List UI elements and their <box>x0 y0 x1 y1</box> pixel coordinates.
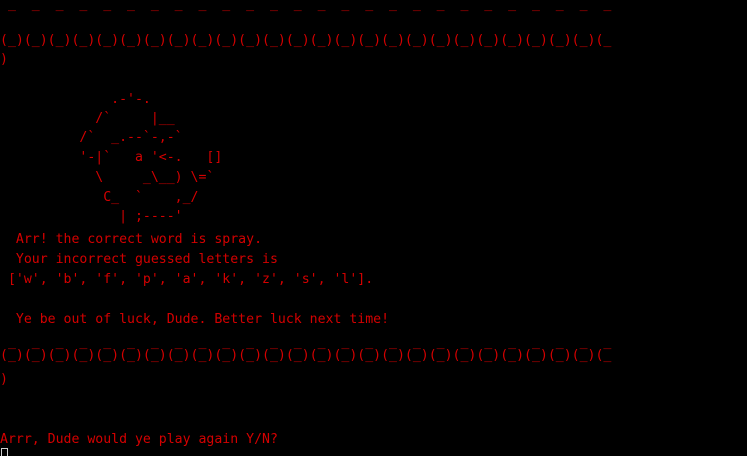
ascii-art-line: /` |__ <box>0 111 175 126</box>
ascii-art-line: '-|` a '<-. [] <box>0 150 223 165</box>
text-cursor[interactable] <box>1 448 8 456</box>
ascii-art-line: /` _.--`-,-` <box>0 130 183 145</box>
top-border-parens: (_)(_)(_)(_)(_)(_)(_)(_)(_)(_)(_)(_)(_)(… <box>0 33 612 48</box>
correct-word-message: Arr! the correct word is spray. <box>0 232 263 247</box>
top-border-wrap: ) <box>0 52 8 67</box>
ascii-art-line: | ;----' <box>0 209 183 224</box>
terminal-window[interactable]: _ _ _ _ _ _ _ _ _ _ _ _ _ _ _ _ _ _ _ _ … <box>0 0 747 456</box>
ascii-art-line: \ _\__) \=` <box>0 170 215 185</box>
incorrect-letters-list: ['w', 'b', 'f', 'p', 'a', 'k', 'z', 's',… <box>0 272 374 287</box>
bottom-border-parens: (_)(_)(_)(_)(_)(_)(_)(_)(_)(_)(_)(_)(_)(… <box>0 348 612 363</box>
ascii-art-line: C_ ` ,_/ <box>0 190 199 205</box>
incorrect-letters-label: Your incorrect guessed letters is <box>0 252 278 267</box>
game-over-message: Ye be out of luck, Dude. Better luck nex… <box>0 312 390 327</box>
bottom-border-wrap: ) <box>0 372 8 387</box>
ascii-art-line: .-'-. <box>0 92 151 107</box>
top-border-dashes: _ _ _ _ _ _ _ _ _ _ _ _ _ _ _ _ _ _ _ _ … <box>0 0 612 12</box>
play-again-prompt: Arrr, Dude would ye play again Y/N? <box>0 432 278 447</box>
